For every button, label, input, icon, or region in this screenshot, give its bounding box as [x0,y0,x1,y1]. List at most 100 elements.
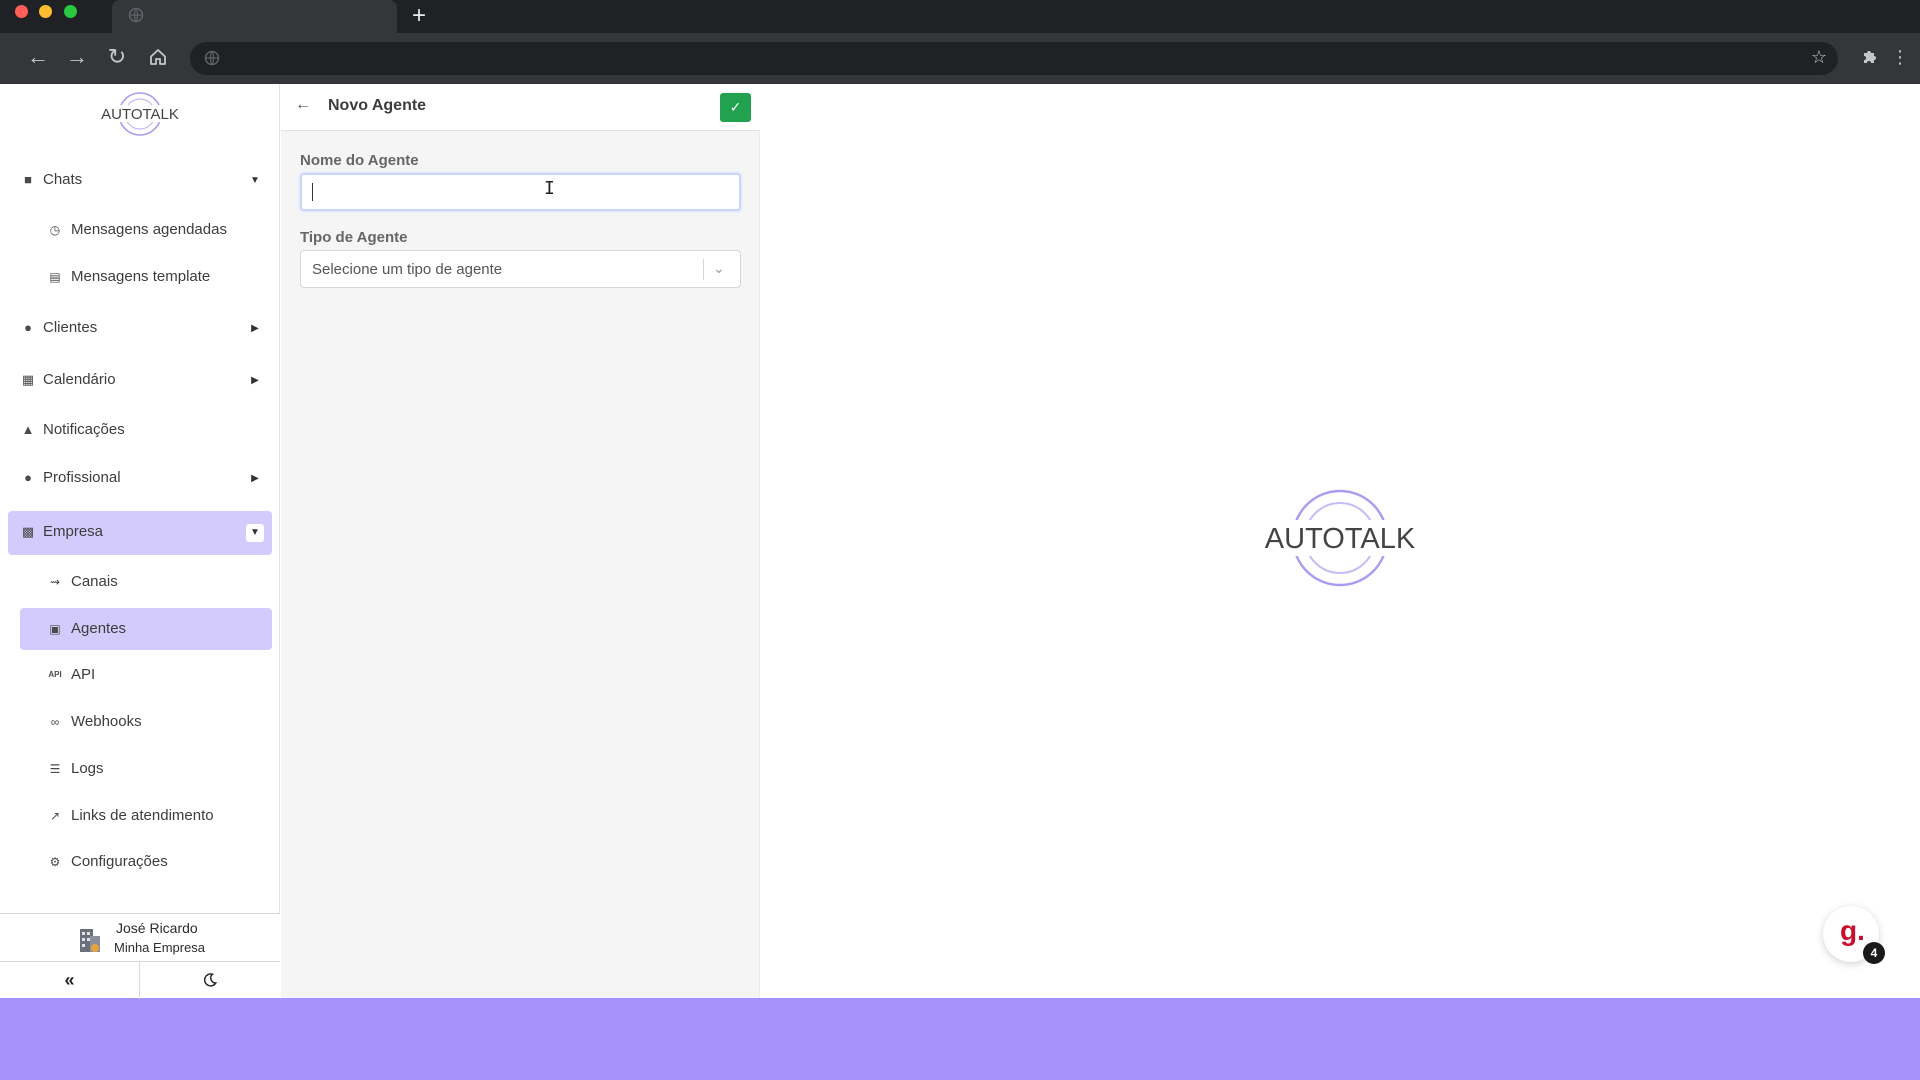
agent-type-label: Tipo de Agente [300,229,408,246]
sidebar-item-label: Mensagens agendadas [71,221,227,238]
new-agent-panel: ← Novo Agente ✓ Nome do Agente I Tipo de… [281,84,760,998]
globe-icon [128,7,144,23]
external-link-icon: ↗ [49,809,61,823]
sidebar-item-profissional[interactable]: ● Profissional ▶ [8,457,272,501]
sidebar-item-label: Links de atendimento [71,807,214,824]
calendar-icon: ▦ [21,372,35,387]
sidebar-item-logs[interactable]: ☰ Logs [20,748,272,790]
new-tab-button[interactable]: + [405,2,433,30]
main-content: AUTOTALK [761,84,1920,998]
check-icon: ✓ [729,99,742,115]
sidebar-item-agentes[interactable]: ▣ Agentes [20,608,272,650]
sidebar-item-api[interactable]: API API [20,654,272,696]
browser-tab-bar: + [0,0,1920,33]
company-building-icon [80,929,100,952]
agent-name-label: Nome do Agente [300,152,419,169]
minimize-window-button[interactable] [39,5,52,18]
autotalk-logo: AUTOTALK [97,92,183,136]
sidebar-item-label: Webhooks [71,713,142,730]
sidebar-item-chats[interactable]: ■ Chats ▼ [8,159,272,203]
help-chat-button[interactable]: g. 4 [1823,906,1885,964]
browser-tab[interactable] [112,0,397,33]
arrow-left-icon[interactable]: ← [295,96,311,114]
double-chevron-left-icon: « [64,970,75,990]
chevron-down-icon[interactable]: ▼ [246,524,264,542]
collapse-sidebar-button[interactable]: « [0,962,140,999]
sidebar-item-mensagens-agendadas[interactable]: ◷ Mensagens agendadas [20,209,272,251]
user-info[interactable]: José Ricardo Minha Empresa [0,914,280,962]
api-icon: API [48,670,62,679]
sidebar-item-configuracoes[interactable]: ⚙ Configurações [20,841,272,883]
notification-badge: 4 [1863,942,1885,964]
moon-icon [203,973,218,987]
globe-icon [204,50,220,66]
sidebar-item-label: API [71,666,96,683]
user-company: Minha Empresa [114,940,206,955]
dark-mode-toggle[interactable] [140,962,280,999]
close-window-button[interactable] [15,5,28,18]
app-window: AUTOTALK ■ Chats ▼ ◷ Mensagens agendadas… [0,84,1920,999]
sidebar-item-label: Canais [71,573,118,590]
sidebar-item-label: Agentes [71,620,127,637]
list-icon: ☰ [49,762,61,776]
robot-icon: ▣ [49,622,61,636]
gear-icon: ⚙ [49,855,61,869]
text-caret [312,183,313,201]
select-placeholder: Selecione um tipo de agente [312,261,503,278]
sidebar-item-links-de-atendimento[interactable]: ↗ Links de atendimento [20,795,272,837]
home-icon[interactable] [146,45,170,69]
chat-icon: ■ [24,172,32,187]
help-logo: g. [1840,915,1865,946]
agent-type-select[interactable]: Selecione um tipo de agente ⌄ [300,250,741,288]
user-name: José Ricardo [116,920,198,936]
sidebar-item-empresa[interactable]: ▩ Empresa ▼ [8,511,272,555]
sidebar-item-calendario[interactable]: ▦ Calendário ▶ [8,359,272,403]
agent-name-input[interactable] [300,173,741,211]
sidebar-item-label: Calendário [43,371,116,388]
mouse-ibeam-cursor: I [544,178,555,199]
bell-icon: ▲ [21,422,35,437]
sidebar-item-label: Profissional [43,469,121,486]
panel-header: ← Novo Agente ✓ [281,84,760,131]
sidebar-item-webhooks[interactable]: ∞ Webhooks [20,701,272,743]
sidebar-item-notificacoes[interactable]: ▲ Notificações [8,409,272,453]
user-cog-icon: ● [24,470,32,485]
browser-toolbar: ← → ↻ ☆ ⋮ [0,33,1920,84]
extensions-icon[interactable] [1858,45,1882,69]
sidebar-item-mensagens-template[interactable]: ▤ Mensagens template [20,256,272,298]
sidebar-item-label: Chats [43,171,83,188]
bookmark-star-icon[interactable]: ☆ [1807,45,1831,69]
chevron-right-icon[interactable]: ▶ [246,372,264,390]
sidebar-item-label: Notificações [43,421,125,438]
sidebar-item-label: Clientes [43,319,98,336]
template-icon: ▤ [49,270,61,284]
address-bar[interactable] [190,42,1838,75]
chevron-right-icon[interactable]: ▶ [246,320,264,338]
chevron-down-icon[interactable]: ⌄ [713,260,725,277]
select-separator [703,259,704,280]
users-icon: ● [24,320,32,335]
autotalk-logo-large: AUTOTALK [1255,489,1425,587]
building-icon: ▩ [21,524,35,539]
browser-menu-icon[interactable]: ⋮ [1888,45,1912,69]
logo-text: AUTOTALK [1265,523,1416,555]
reload-icon[interactable]: ↻ [105,45,129,69]
forward-icon[interactable]: → [65,45,89,69]
sidebar-item-label: Empresa [43,523,104,540]
user-panel: José Ricardo Minha Empresa « [0,913,280,999]
sidebar-item-label: Logs [71,760,104,777]
sidebar-item-clientes[interactable]: ● Clientes ▶ [8,307,272,351]
back-icon[interactable]: ← [26,45,50,69]
chevron-right-icon[interactable]: ▶ [246,470,264,488]
sidebar-item-canais[interactable]: ⇝ Canais [20,561,272,603]
clock-icon: ◷ [49,223,61,237]
channels-icon: ⇝ [49,575,61,589]
chevron-down-icon[interactable]: ▼ [246,172,264,190]
save-button[interactable]: ✓ [720,93,751,122]
maximize-window-button[interactable] [64,5,77,18]
sidebar-item-label: Configurações [71,853,168,870]
sidebar: AUTOTALK ■ Chats ▼ ◷ Mensagens agendadas… [0,84,280,999]
logo-text: AUTOTALK [101,106,179,123]
sidebar-item-label: Mensagens template [71,268,211,285]
page-title: Novo Agente [328,97,427,114]
